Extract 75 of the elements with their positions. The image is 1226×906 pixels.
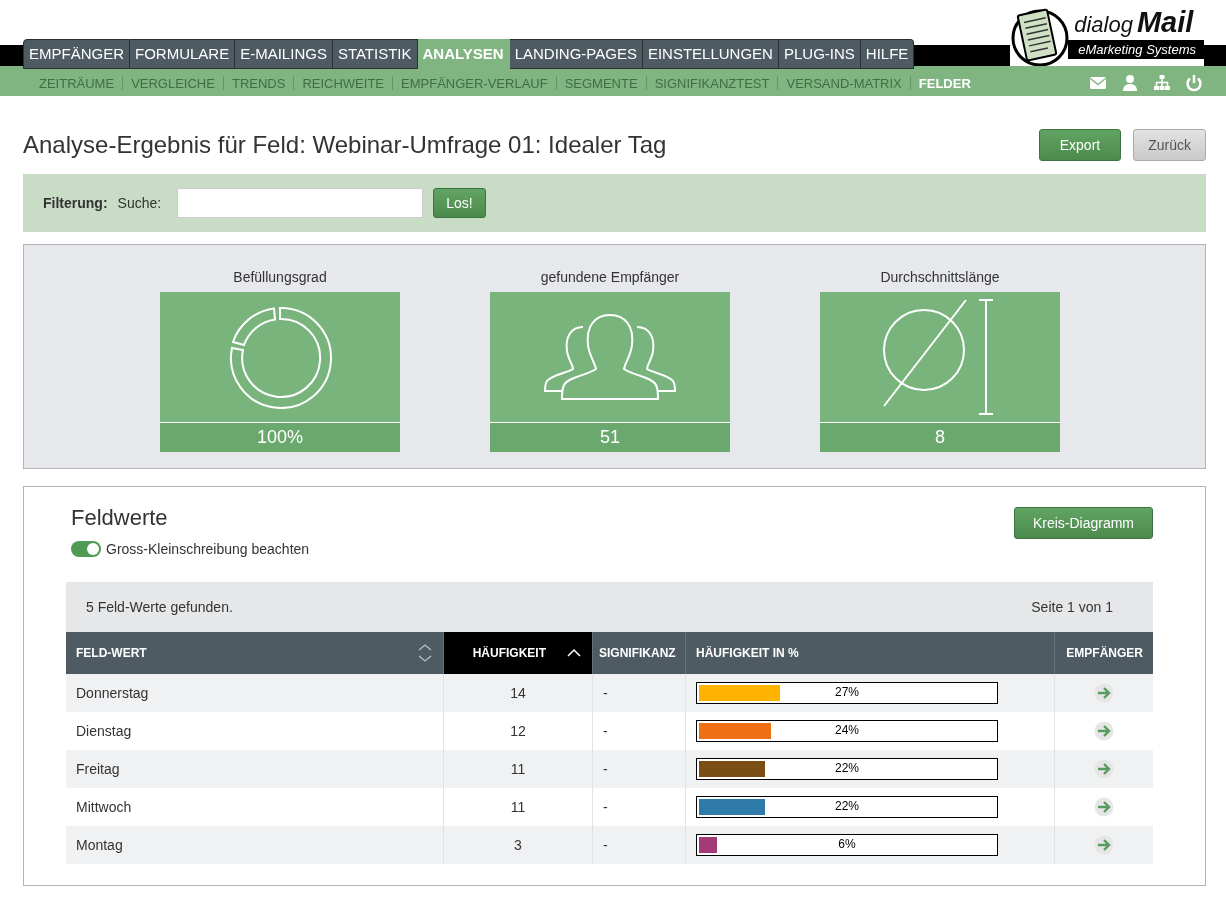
table-cell: Montag <box>66 826 444 864</box>
nav-tab[interactable]: FORMULARE <box>130 39 236 69</box>
filter-label: Filterung: <box>43 195 108 211</box>
stat-title: Befüllungsgrad <box>233 269 327 285</box>
arrow-right-icon[interactable] <box>1094 683 1114 703</box>
pie-chart-button[interactable]: Kreis-Diagramm <box>1013 507 1153 539</box>
column-header[interactable]: FELD-WERT <box>66 632 444 674</box>
logo-tagline: eMarketing Systems <box>1068 40 1204 59</box>
toggle-label: Gross-Kleinschreibung beachten <box>106 541 310 557</box>
go-button[interactable]: Los! <box>433 188 486 218</box>
toggle-switch[interactable] <box>71 541 101 557</box>
subnav-tab[interactable]: SIGNIFIKANZTEST <box>654 75 770 91</box>
back-button[interactable]: Zurück <box>1133 129 1206 161</box>
result-count: 5 Feld-Werte gefunden. <box>86 599 233 615</box>
arrow-right-icon[interactable] <box>1094 835 1114 855</box>
nav-tab[interactable]: PLUG-INS <box>778 39 861 69</box>
nav-tab[interactable]: E-MAILINGS <box>235 39 333 69</box>
table-cell: 14 <box>443 674 593 712</box>
mail-icon[interactable] <box>1089 74 1107 92</box>
arrow-right-icon[interactable] <box>1094 797 1114 817</box>
percent-label: 22% <box>834 761 860 775</box>
export-button[interactable]: Export <box>1038 129 1122 161</box>
column-header[interactable]: HÄUFIGKEIT <box>443 632 593 674</box>
subnav-tab[interactable]: TRENDS <box>231 75 286 91</box>
table-cell: - <box>592 788 686 826</box>
power-icon[interactable] <box>1185 74 1203 92</box>
arrow-right-icon[interactable] <box>1094 759 1114 779</box>
logo-text: Mail <box>1136 6 1194 39</box>
stat-title: gefundene Empfänger <box>540 269 680 285</box>
percent-label: 22% <box>834 799 860 813</box>
nav-tab[interactable]: LANDING-PAGES <box>509 39 643 69</box>
subnav-tab[interactable]: ZEITRÄUME <box>39 75 115 91</box>
column-header: SIGNIFIKANZ <box>592 632 686 674</box>
subnav-tab[interactable]: SEGMENTE <box>564 75 638 91</box>
column-header: EMPFÄNGER <box>1054 632 1153 674</box>
donut-icon <box>228 305 332 409</box>
table-cell: Mittwoch <box>66 788 444 826</box>
table-cell: - <box>592 712 686 750</box>
nav-tab[interactable]: STATISTIK <box>332 39 418 69</box>
subnav-tab[interactable]: FELDER <box>918 75 971 91</box>
column-header: HÄUFIGKEIT IN % <box>685 632 1055 674</box>
table-cell: 11 <box>443 788 593 826</box>
search-field[interactable] <box>177 188 424 218</box>
table-cell: 3 <box>443 826 593 864</box>
percent-label: 27% <box>834 685 860 699</box>
table-cell: Dienstag <box>66 712 444 750</box>
arrow-right-icon[interactable] <box>1094 721 1114 741</box>
subnav-tab[interactable]: EMPFÄNGER-VERLAUF <box>401 75 548 91</box>
percent-label: 6% <box>837 837 857 851</box>
page-title: Analyse-Ergebnis für Feld: Webinar-Umfrage 01: Idealer Tag <box>23 130 667 159</box>
stat-value: 51 <box>490 423 730 452</box>
table-cell: 12 <box>443 712 593 750</box>
section-title: Feldwerte <box>71 505 169 531</box>
pagination-text: Seite 1 von 1 <box>1031 599 1113 615</box>
table-cell: - <box>592 674 686 712</box>
table-cell: Donnerstag <box>66 674 444 712</box>
subnav-tab[interactable]: VERGLEICHE <box>131 75 215 91</box>
user-icon[interactable] <box>1121 74 1139 92</box>
stat-title: Durchschnittslänge <box>880 269 1000 285</box>
nav-tab[interactable]: EINSTELLUNGEN <box>642 39 779 69</box>
stat-value: 100% <box>160 423 400 452</box>
nav-tab[interactable]: EMPFÄNGER <box>23 39 130 69</box>
sort-icon[interactable] <box>417 643 433 663</box>
table-cell: - <box>592 826 686 864</box>
logo-text: dialog <box>1074 12 1133 38</box>
nav-tab[interactable]: HILFE <box>860 39 915 69</box>
subnav-tab[interactable]: REICHWEITE <box>302 75 384 91</box>
table-cell: Freitag <box>66 750 444 788</box>
table-cell: - <box>592 750 686 788</box>
search-label: Suche: <box>117 195 162 211</box>
percent-label: 24% <box>834 723 860 737</box>
table-cell: 11 <box>443 750 593 788</box>
sitemap-icon[interactable] <box>1153 74 1171 92</box>
stat-value: 8 <box>820 423 1060 452</box>
subnav-tab[interactable]: VERSAND-MATRIX <box>786 75 902 91</box>
